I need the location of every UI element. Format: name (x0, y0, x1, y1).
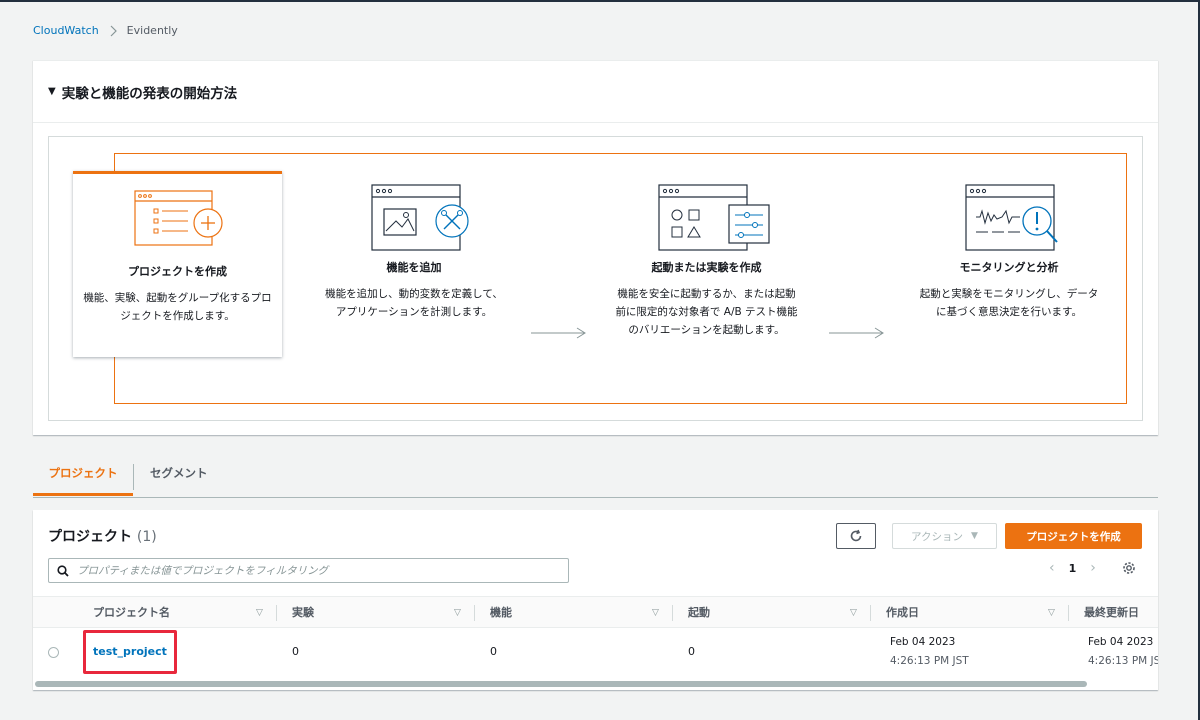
image-tools-icon (371, 184, 469, 251)
step-2-desc-line1: 機能を追加し、動的変数を定義して、 (325, 288, 503, 300)
column-features-label: 機能 (490, 606, 512, 619)
gear-icon[interactable] (1122, 561, 1136, 575)
step-3-title: 起動または実験を作成 (651, 261, 762, 274)
step-3-desc-line3: のバリエーションを起動します。 (628, 324, 785, 336)
column-header-created[interactable]: 作成日 ▽ (886, 597, 1055, 629)
step-1-desc-line2: ジェクトを作成します。 (120, 310, 235, 322)
step-3-desc: 機能を安全に起動するか、または起動 前に限定的な対象者で A/B テスト機能 の… (594, 285, 819, 339)
tab-bar: プロジェクト セグメント (33, 458, 1158, 498)
updated-time: 4:26:13 PM JST (1088, 655, 1158, 667)
column-header-experiments[interactable]: 実験 ▽ (292, 597, 461, 629)
features-cell: 0 (490, 645, 497, 658)
sort-caret-icon[interactable]: ▽ (256, 597, 263, 629)
scrollbar-thumb[interactable] (35, 681, 1087, 687)
step-4-desc: 起動と実験をモニタリングし、データ に基づく意思決定を行います。 (894, 285, 1124, 321)
step-1-title: プロジェクトを作成 (128, 265, 227, 278)
create-project-button[interactable]: プロジェクトを作成 (1005, 523, 1142, 549)
next-page-icon[interactable]: › (1090, 560, 1096, 576)
column-updated-label: 最終更新日 (1084, 606, 1139, 619)
project-filter-search[interactable] (48, 558, 569, 583)
column-divider (474, 605, 475, 621)
page-number[interactable]: 1 (1069, 562, 1077, 575)
column-header-name[interactable]: プロジェクト名 ▽ (93, 597, 263, 629)
tab-projects[interactable]: プロジェクト (33, 458, 133, 496)
arrow-right-icon (829, 327, 884, 339)
column-header-updated[interactable]: 最終更新日 (1084, 597, 1139, 629)
sort-caret-icon[interactable]: ▽ (652, 597, 659, 629)
launches-cell: 0 (688, 645, 695, 658)
column-created-label: 作成日 (886, 606, 919, 619)
actions-label: アクション (911, 530, 964, 543)
projects-count: (1) (136, 529, 157, 545)
column-divider (672, 605, 673, 621)
step-4-title: モニタリングと分析 (959, 261, 1059, 274)
step-2-desc-line2: アプリケーションを計測します。 (335, 306, 493, 318)
updated-date: Feb 04 2023 (1088, 636, 1154, 648)
refresh-icon (850, 529, 862, 542)
project-list-plus-icon (133, 190, 223, 246)
caret-down-icon: ▼ (971, 531, 978, 541)
breadcrumb: CloudWatch Evidently (33, 24, 178, 37)
horizontal-scrollbar[interactable] (33, 680, 1158, 688)
projects-title-text: プロジェクト (48, 529, 132, 545)
pagination: ‹ 1 › (1049, 560, 1096, 576)
sort-caret-icon[interactable]: ▽ (454, 597, 461, 629)
updated-cell: Feb 04 2023 4:26:13 PM JST (1088, 633, 1158, 671)
search-icon (57, 564, 69, 577)
tab-segments[interactable]: セグメント (150, 458, 208, 496)
step-4-desc-line2: に基づく意思決定を行います。 (936, 306, 1082, 318)
column-experiments-label: 実験 (292, 606, 314, 619)
table-header: プロジェクト名 ▽ 実験 ▽ 機能 ▽ 起動 ▽ 作成日 ▽ 最終更新日 (33, 596, 1158, 628)
refresh-button[interactable] (836, 523, 876, 549)
step-1-desc-line1: 機能、実験、起動をグループ化するプロ (83, 292, 272, 304)
projects-table-panel: プロジェクト (1) アクション ▼ プロジェクトを作成 ‹ 1 › プロジェク… (33, 510, 1158, 690)
breadcrumb-current: Evidently (126, 24, 178, 37)
step-2-title: 機能を追加 (386, 261, 442, 274)
breadcrumb-cloudwatch-link[interactable]: CloudWatch (33, 24, 99, 37)
actions-dropdown[interactable]: アクション ▼ (892, 523, 997, 549)
caret-down-icon[interactable]: ▼ (48, 86, 56, 97)
step-create-launch: 起動または実験を作成 機能を安全に起動するか、または起動 前に限定的な対象者で … (594, 184, 819, 339)
created-time: 4:26:13 PM JST (890, 655, 969, 667)
getting-started-panel: ▼ 実験と機能の発表の開始方法 プロジェクトを作成 機能、実験、起動をグループ化… (33, 60, 1158, 435)
getting-started-title: 実験と機能の発表の開始方法 (61, 85, 238, 102)
sort-caret-icon[interactable]: ▽ (1048, 597, 1055, 629)
step-monitor-analyze: モニタリングと分析 起動と実験をモニタリングし、データ に基づく意思決定を行いま… (894, 184, 1124, 321)
chevron-right-icon (110, 25, 117, 36)
steps-container: プロジェクトを作成 機能、実験、起動をグループ化するプロ ジェクトを作成します。… (48, 136, 1143, 421)
column-divider (1068, 605, 1069, 621)
created-cell: Feb 04 2023 4:26:13 PM JST (890, 633, 969, 671)
step-2-desc: 機能を追加し、動的変数を定義して、 アプリケーションを計測します。 (309, 285, 519, 321)
tab-divider (133, 464, 134, 490)
step-1-desc: 機能、実験、起動をグループ化するプロ ジェクトを作成します。 (73, 289, 282, 325)
column-header-launches[interactable]: 起動 ▽ (688, 597, 857, 629)
sort-caret-icon[interactable]: ▽ (850, 597, 857, 629)
column-name-label: プロジェクト名 (93, 606, 170, 619)
table-row[interactable]: test_project 0 0 0 Feb 04 2023 4:26:13 P… (33, 628, 1158, 676)
monitor-magnifier-icon (965, 184, 1058, 251)
step-create-project: プロジェクトを作成 機能、実験、起動をグループ化するプロ ジェクトを作成します。 (73, 189, 282, 325)
search-input[interactable] (77, 564, 537, 577)
project-name-link[interactable]: test_project (93, 645, 167, 658)
getting-started-header[interactable]: ▼ 実験と機能の発表の開始方法 (33, 61, 1158, 123)
step-4-desc-line1: 起動と実験をモニタリングし、データ (919, 288, 1099, 300)
column-launches-label: 起動 (688, 606, 710, 619)
shapes-sliders-icon (657, 184, 770, 251)
column-divider (276, 605, 277, 621)
arrow-right-icon (531, 327, 586, 339)
prev-page-icon[interactable]: ‹ (1049, 560, 1055, 576)
row-select-radio[interactable] (48, 647, 59, 658)
experiments-cell: 0 (292, 645, 299, 658)
top-border (0, 0, 1200, 2)
project-name-cell: test_project (93, 645, 167, 658)
projects-table-title: プロジェクト (1) (48, 526, 157, 546)
column-header-features[interactable]: 機能 ▽ (490, 597, 659, 629)
created-date: Feb 04 2023 (890, 636, 956, 648)
step-add-feature: 機能を追加 機能を追加し、動的変数を定義して、 アプリケーションを計測します。 (309, 184, 519, 321)
column-divider (870, 605, 871, 621)
step-3-desc-line2: 前に限定的な対象者で A/B テスト機能 (615, 306, 798, 318)
step-3-desc-line1: 機能を安全に起動するか、または起動 (617, 288, 796, 300)
